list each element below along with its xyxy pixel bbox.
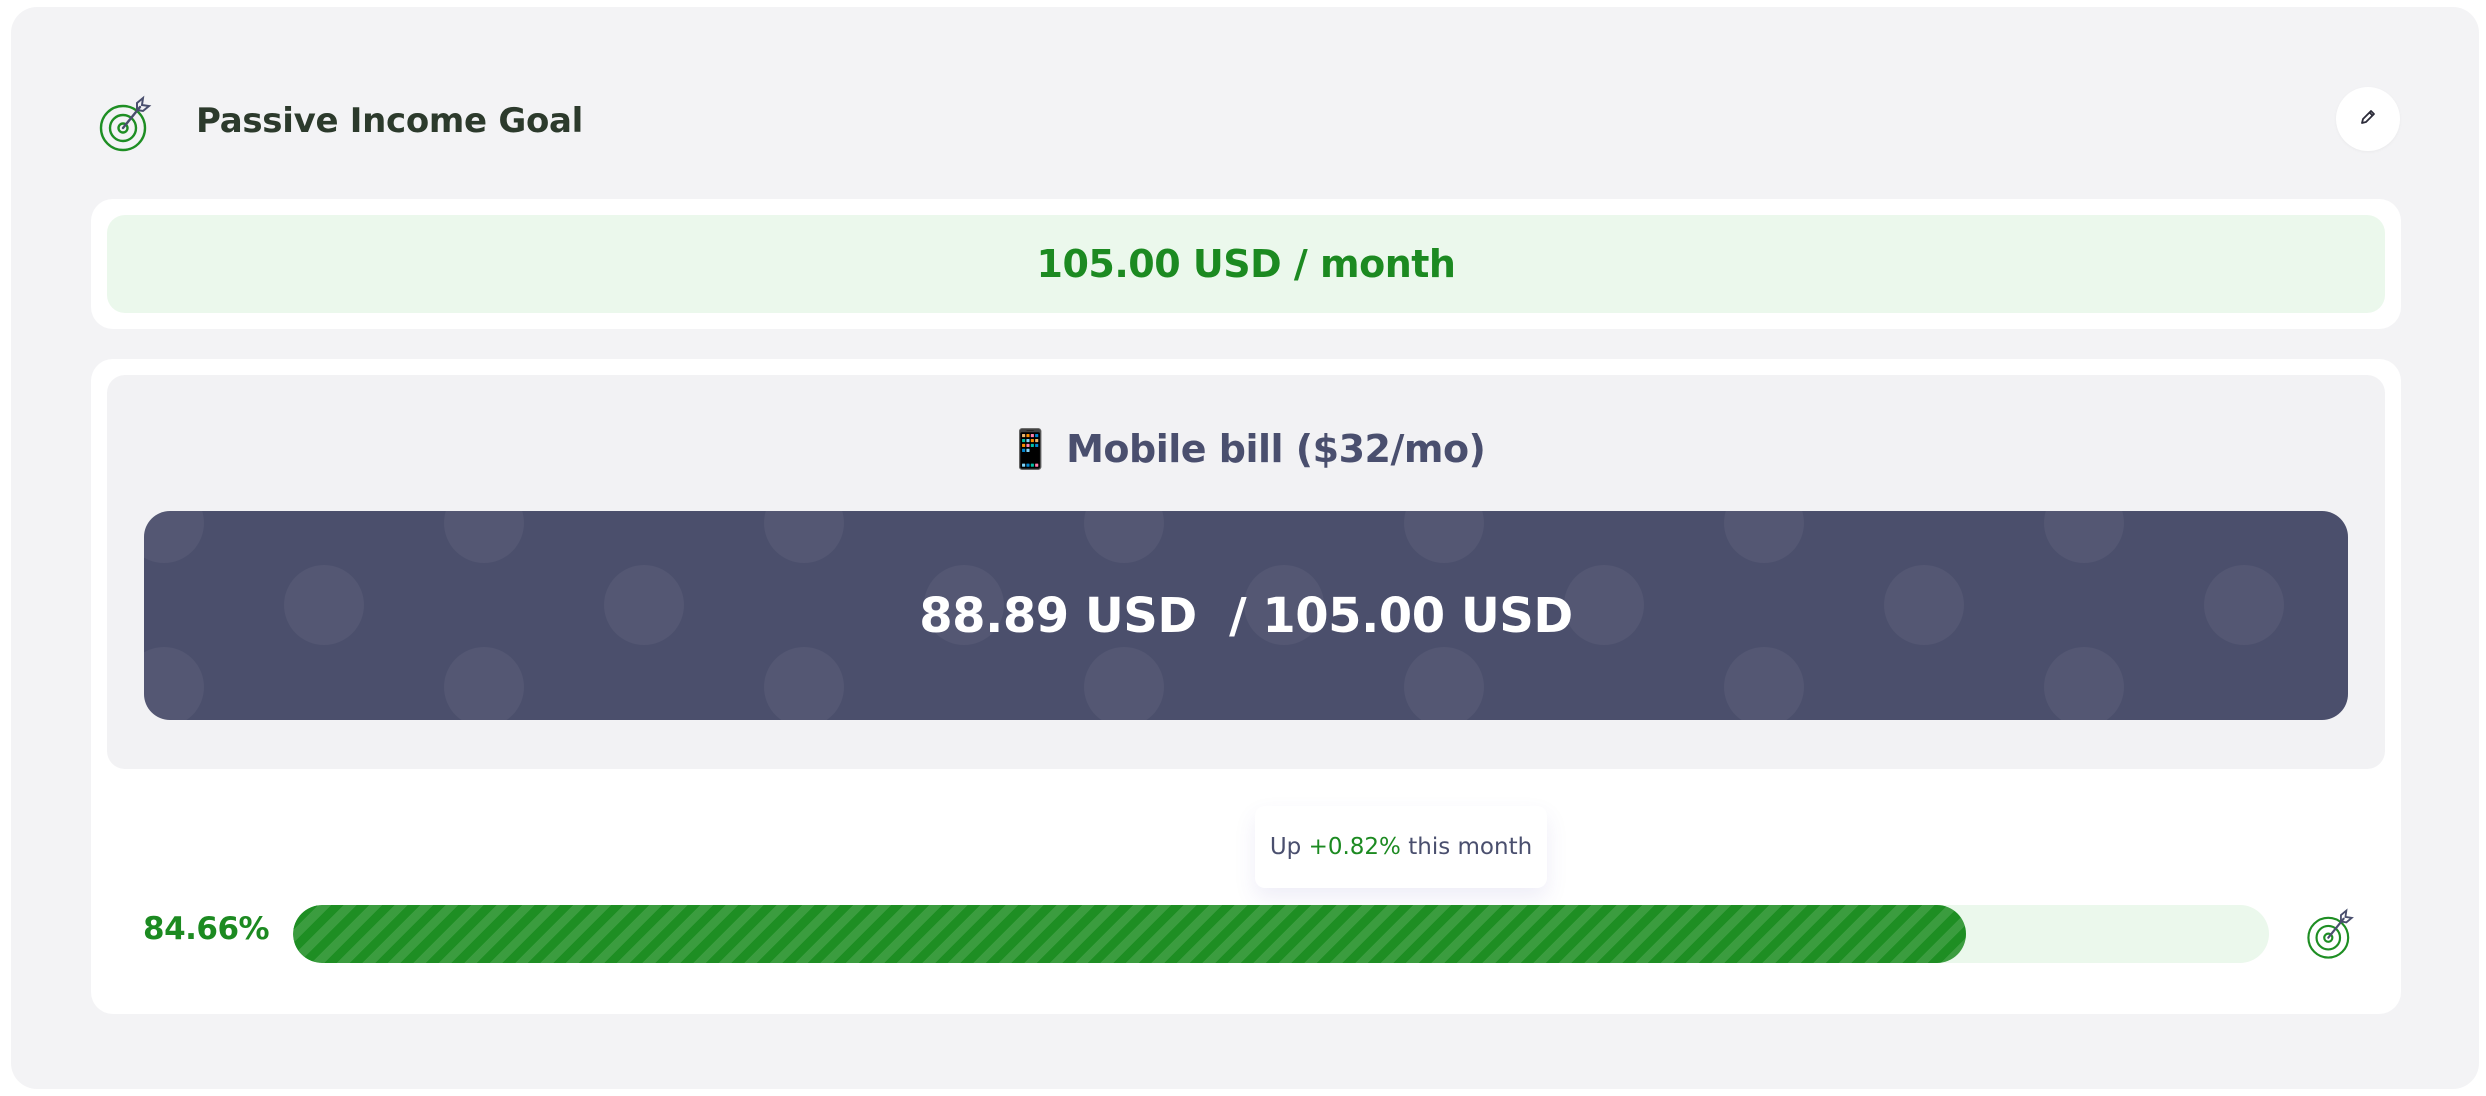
expense-progress-panel: 📱 Mobile bill ($32/mo) 88.89 USD / 105.0… [91, 359, 2401, 1014]
expense-box: 📱 Mobile bill ($32/mo) 88.89 USD / 105.0… [107, 375, 2385, 769]
monthly-change-tooltip: Up +0.82% this month [1255, 806, 1547, 888]
expense-title: 📱 Mobile bill ($32/mo) [1006, 427, 1486, 471]
pattern-dot [764, 511, 844, 563]
pattern-dot [444, 647, 524, 720]
pencil-icon [2359, 108, 2377, 130]
pattern-dot [2204, 565, 2284, 645]
pattern-dot [444, 511, 524, 563]
pattern-dot [764, 647, 844, 720]
pattern-dot [1724, 647, 1804, 720]
tooltip-suffix: this month [1400, 834, 1533, 860]
pattern-dot [284, 565, 364, 645]
pattern-dot [604, 565, 684, 645]
goal-card: Passive Income Goal 105.00 USD / month 📱… [11, 7, 2479, 1089]
monthly-target-value: 105.00 USD / month [1036, 242, 1456, 286]
target-arrow-icon [2303, 907, 2359, 963]
progress-bar [293, 905, 2269, 963]
goal-header: Passive Income Goal [11, 7, 2479, 207]
amount-progress-text: 88.89 USD / 105.00 USD [919, 587, 1573, 644]
pattern-dot [1084, 647, 1164, 720]
pattern-dot [2044, 647, 2124, 720]
pattern-dot [1084, 511, 1164, 563]
pattern-dot [144, 647, 204, 720]
amount-banner: 88.89 USD / 105.00 USD [144, 511, 2348, 720]
pattern-dot [1404, 511, 1484, 563]
tooltip-prefix: Up [1269, 834, 1309, 860]
pattern-dot [1564, 565, 1644, 645]
pattern-dot [1404, 647, 1484, 720]
tooltip-change-value: +0.82% [1308, 834, 1401, 860]
pattern-dot [1884, 565, 1964, 645]
pattern-dot [2044, 511, 2124, 563]
edit-goal-button[interactable] [2336, 87, 2400, 151]
monthly-target-box: 105.00 USD / month [107, 215, 2385, 313]
pattern-dot [144, 511, 204, 563]
progress-fill [293, 905, 1966, 963]
page-title: Passive Income Goal [196, 101, 583, 141]
target-arrow-icon [95, 94, 157, 156]
monthly-target-panel: 105.00 USD / month [91, 199, 2401, 329]
pattern-dot [1724, 511, 1804, 563]
progress-percent: 84.66% [143, 911, 270, 947]
